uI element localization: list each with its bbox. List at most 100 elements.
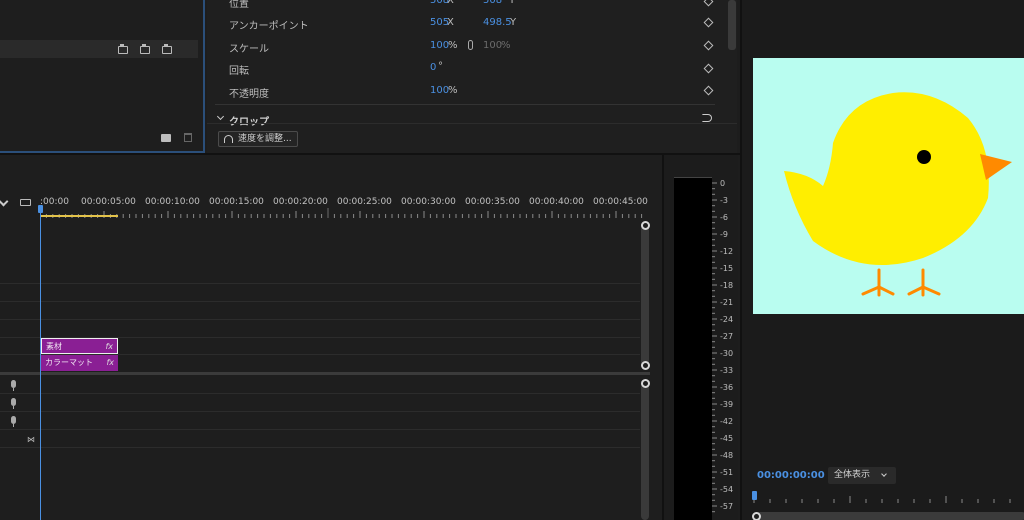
keyframe-icon[interactable] [703,0,714,7]
ruler-label: 00:00:35:00 [465,197,520,207]
speed-adjust-label: 速度を調整... [238,134,292,144]
timeline-ruler[interactable] [40,208,645,218]
ruler-label: 00:00:10:00 [145,197,200,207]
db-label: -15 [720,264,734,273]
track-divider [0,319,640,320]
audio-tracks-scrollbar[interactable] [641,379,649,520]
work-area-bar[interactable] [40,215,118,217]
program-zoom-scrollbar[interactable] [752,512,1024,520]
track-divider [0,301,640,302]
prop-label-position: 位置 [229,0,249,10]
timeline-panel: :00:00 00:00:05:00 00:00:10:00 00:00:15:… [0,155,662,520]
db-label: -30 [720,349,734,358]
scrollbar-knob[interactable] [641,379,650,388]
scrollbar-knob[interactable] [641,361,650,370]
divider [215,104,715,105]
effect-controls-panel: 位置 508 X 508 Y アンカーポイント 505 X 498.5 Y スケ… [207,0,737,153]
chevron-down-icon [881,471,887,477]
keyframe-icon[interactable] [703,17,714,28]
mic-icon[interactable] [11,380,16,391]
position-y-value[interactable]: 508 [483,0,502,6]
program-playhead[interactable] [752,491,757,500]
fx-badge: fx [106,358,114,367]
bin-icon[interactable] [162,44,172,54]
clip-label: 素材 [46,342,62,351]
clip-color-matte[interactable]: カラーマット fx [41,355,118,371]
prop-label-opacity: 不透明度 [229,89,269,100]
db-label: -36 [720,383,734,392]
scale-value[interactable]: 100 [430,40,449,51]
mic-icon[interactable] [11,416,16,427]
db-label: -18 [720,281,734,290]
chevron-down-icon[interactable] [216,112,225,121]
scrollbar-knob[interactable] [752,512,761,520]
playhead-handle[interactable] [38,205,43,213]
effects-scrollbar[interactable] [728,0,736,50]
db-label: -48 [720,451,734,460]
clip-sozai[interactable]: 素材 fx [41,338,118,354]
program-ruler[interactable] [750,493,1024,503]
unit-y: Y [509,0,516,6]
db-label: 0 [720,179,726,188]
keyframe-icon[interactable] [703,63,714,74]
ruler-label: 00:00:05:00 [81,197,136,207]
link-icon[interactable] [468,40,473,50]
track-divider [0,429,640,430]
unit-percent: % [501,40,511,51]
premiere-workspace: 位置 508 X 508 Y アンカーポイント 505 X 498.5 Y スケ… [0,0,1024,520]
unit-degree: ° [438,61,443,72]
ruler-label: 00:00:45:00 [593,197,648,207]
panel-divider[interactable] [662,155,664,520]
unit-x: X [447,0,454,6]
db-label: -39 [720,400,734,409]
db-label: -51 [720,468,734,477]
panel-divider[interactable] [0,153,740,155]
db-label: -3 [720,196,728,205]
scale-width-value[interactable]: 100 [483,40,502,51]
scrollbar-knob[interactable] [641,221,650,230]
ruler-label: 00:00:30:00 [401,197,456,207]
db-label: -33 [720,366,734,375]
track-divider [0,411,640,412]
ruler-label: :00:00 [40,197,69,207]
video-audio-divider[interactable] [0,372,650,375]
db-label: -21 [720,298,734,307]
reset-icon[interactable] [702,114,712,122]
speed-adjust-button[interactable]: 速度を調整... [218,131,298,147]
unit-y: Y [510,17,517,28]
prop-label-anchor: アンカーポイント [229,21,309,32]
chick-illustration [784,92,1012,297]
bin-icon[interactable] [118,44,128,54]
rotation-value[interactable]: 0 [430,62,436,73]
prop-label-scale: スケール [229,44,269,55]
ruler-label: 00:00:40:00 [529,197,584,207]
db-label: -27 [720,332,734,341]
zoom-level-select[interactable]: 全体表示 [828,467,896,484]
trash-icon[interactable] [184,133,192,142]
fx-badge: fx [105,342,113,351]
clip-label: カラーマット [45,358,93,367]
program-monitor-panel: 00:00:00:00 全体表示 [740,0,1024,520]
bin-icon[interactable] [140,44,150,54]
db-label: -57 [720,502,734,511]
anchor-y-value[interactable]: 498.5 [483,17,512,28]
sync-lock-icon[interactable]: ⋈ [27,435,35,444]
wrench-icon[interactable] [0,196,9,207]
video-tracks-scrollbar[interactable] [641,221,649,367]
db-label: -24 [720,315,734,324]
db-label: -12 [720,247,734,256]
playhead-line[interactable] [40,205,41,520]
keyframe-icon[interactable] [703,40,714,51]
opacity-value[interactable]: 100 [430,85,449,96]
crop-section-title[interactable]: クロップ [229,113,269,128]
program-timecode[interactable]: 00:00:00:00 [757,470,825,481]
new-bin-icon[interactable] [161,134,171,142]
divider [207,123,737,124]
captions-icon[interactable] [20,199,31,206]
db-label: -42 [720,417,734,426]
db-label: -6 [720,213,728,222]
mic-icon[interactable] [11,398,16,409]
program-video-frame[interactable] [753,58,1024,314]
keyframe-icon[interactable] [703,85,714,96]
db-label: -45 [720,434,734,443]
